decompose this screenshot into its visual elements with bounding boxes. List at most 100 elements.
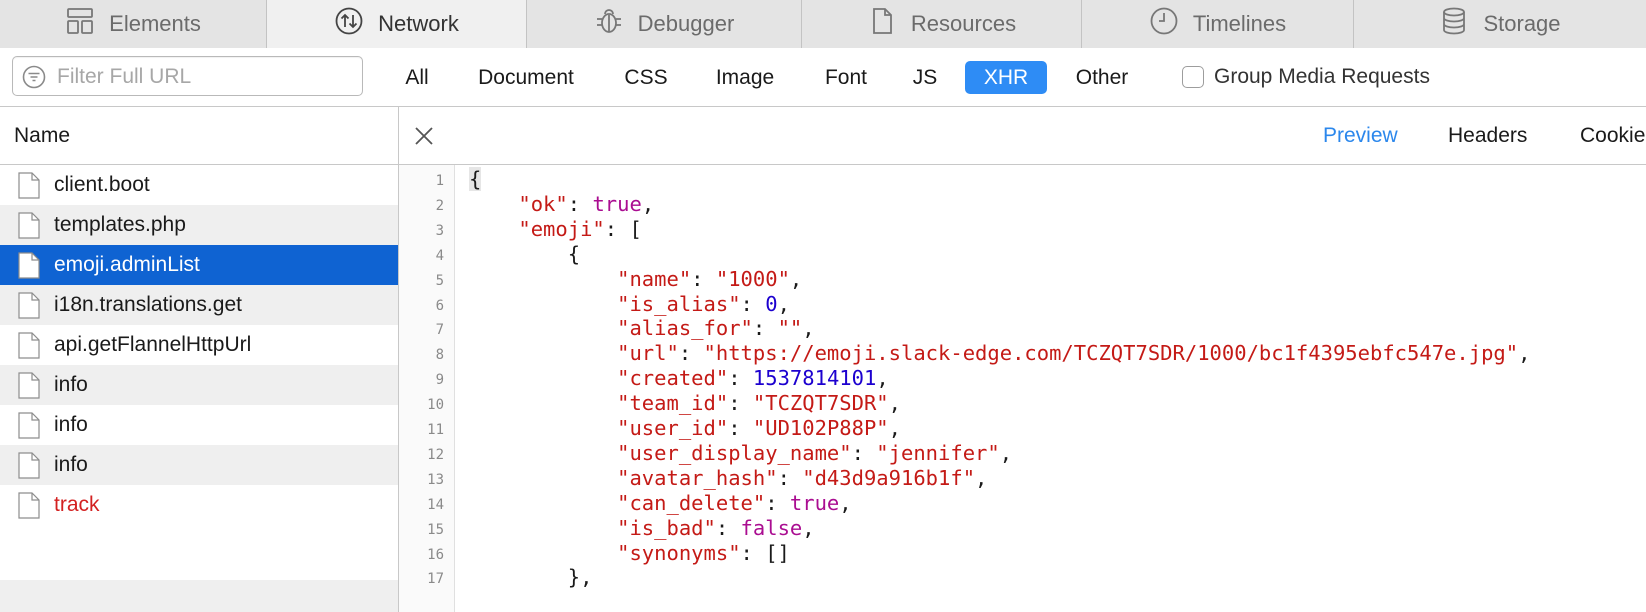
json-boolean: true (592, 191, 642, 216)
request-name: info (54, 373, 88, 396)
type-filter-css[interactable]: CSS (622, 61, 670, 94)
json-punctuation: , (789, 266, 803, 291)
request-row[interactable]: info (0, 365, 398, 405)
tab-debugger[interactable]: Debugger (527, 0, 802, 48)
group-media-checkbox[interactable] (1182, 66, 1204, 88)
json-string: "https://emoji.slack-edge.com/TCZQT7SDR/… (703, 341, 1519, 366)
line-number: 3 (435, 222, 444, 239)
line-number: 4 (435, 247, 444, 264)
json-key: "created" (617, 366, 729, 391)
name-column-header[interactable]: Name (0, 107, 398, 165)
json-punctuation: , (777, 291, 790, 316)
json-punctuation: : [ (604, 216, 642, 241)
json-punctuation: : (567, 191, 593, 216)
json-punctuation (469, 516, 617, 540)
empty-row (0, 580, 398, 612)
json-string: "1000" (715, 266, 790, 291)
filter-url-input[interactable] (55, 57, 359, 97)
json-punctuation: , (802, 316, 815, 341)
line-number: 13 (427, 471, 444, 488)
request-row[interactable]: templates.php (0, 205, 398, 245)
type-filter-document[interactable]: Document (470, 61, 582, 94)
line-number: 10 (427, 397, 444, 414)
request-row[interactable]: info (0, 405, 398, 445)
detail-tab-headers[interactable]: Headers (1448, 107, 1527, 164)
group-media-requests[interactable]: Group Media Requests (1182, 65, 1430, 89)
elements-icon (65, 6, 95, 42)
json-punctuation: , (999, 440, 1013, 465)
json-boolean: false (740, 515, 803, 540)
type-filter-font[interactable]: Font (820, 61, 872, 94)
type-filter-js[interactable]: JS (912, 61, 938, 94)
tab-storage[interactable]: Storage (1354, 0, 1646, 48)
json-punctuation: : (777, 465, 803, 490)
code-line: "ok": true, (469, 192, 654, 216)
type-filter-xhr[interactable]: XHR (965, 61, 1047, 94)
line-number: 11 (427, 422, 444, 438)
json-punctuation (469, 366, 617, 390)
json-punctuation: : (765, 490, 790, 515)
line-number: 1 (435, 173, 444, 189)
code-line: "can_delete": true, (469, 491, 852, 515)
json-punctuation: , (876, 366, 889, 391)
json-key: "user_display_name" (617, 440, 852, 465)
json-punctuation (469, 316, 617, 340)
json-punctuation: , (641, 191, 655, 216)
devtools-tab-bar: Elements Network Debugger Resources Time… (0, 0, 1646, 49)
tab-label: Timelines (1192, 11, 1287, 36)
request-name: track (54, 493, 100, 516)
json-number: 0 (765, 291, 778, 316)
json-key: "user_id" (617, 416, 729, 440)
json-punctuation (469, 491, 617, 515)
line-number: 6 (435, 297, 444, 314)
line-number: 2 (435, 197, 444, 214)
code-line: "alias_for": "", (469, 316, 815, 341)
json-punctuation: , (1518, 341, 1531, 366)
request-row[interactable]: api.getFlannelHttpUrl (0, 325, 398, 365)
json-punctuation (469, 541, 617, 565)
request-row[interactable]: track (0, 485, 398, 525)
type-filter-image[interactable]: Image (711, 61, 779, 94)
detail-tab-cookies[interactable]: Cookies (1580, 107, 1646, 164)
json-punctuation: : (678, 341, 704, 366)
request-row[interactable]: i18n.translations.get (0, 285, 398, 325)
request-row[interactable]: info (0, 445, 398, 485)
tab-timelines[interactable]: Timelines (1082, 0, 1354, 48)
code-line: "avatar_hash": "d43d9a916b1f", (469, 466, 987, 490)
line-number: 12 (427, 446, 444, 463)
json-punctuation (469, 466, 617, 490)
json-key: "is_bad" (617, 515, 716, 540)
json-punctuation: { (469, 167, 482, 191)
tab-label: Network (378, 11, 459, 36)
type-filter-all[interactable]: All (400, 61, 434, 94)
tab-resources[interactable]: Resources (802, 0, 1082, 48)
tab-elements[interactable]: Elements (0, 0, 267, 48)
line-number: 8 (435, 347, 444, 364)
code-line: "synonyms": [] (469, 541, 790, 565)
tab-network[interactable]: Network (267, 0, 527, 48)
json-punctuation: : (715, 515, 741, 540)
request-list: Name client.boot templates.php emoji.admin… (0, 107, 399, 612)
json-string: "" (777, 316, 803, 341)
request-row[interactable]: emoji.adminList (0, 245, 398, 285)
line-number: 7 (435, 322, 444, 339)
detail-tab-preview[interactable]: Preview (1323, 107, 1398, 164)
type-filter-other[interactable]: Other (1072, 61, 1132, 94)
json-punctuation (469, 267, 617, 291)
json-key: "is_alias" (617, 291, 741, 316)
group-media-label: Group Media Requests (1214, 65, 1430, 88)
line-number-gutter: 1 2 3 4 5 6 7 8 9 10 11 12 13 14 15 16 17 (399, 165, 455, 612)
close-icon[interactable] (413, 125, 435, 147)
code-line: "is_alias": 0, (469, 292, 790, 316)
json-punctuation: : (728, 416, 753, 440)
code-line: "is_bad": false, (469, 516, 815, 540)
json-punctuation (469, 391, 617, 415)
json-punctuation: , (802, 515, 815, 540)
code-line: "emoji": [ (469, 216, 642, 241)
detail-header: Preview Headers Cookies (399, 107, 1646, 165)
json-key: "alias_for" (617, 316, 753, 341)
json-preview[interactable]: 1 2 3 4 5 6 7 8 9 10 11 12 13 14 15 16 17 { "ok": true, … (399, 165, 1646, 612)
request-row[interactable]: client.boot (0, 165, 398, 205)
filter-field[interactable] (12, 56, 363, 97)
request-name: api.getFlannelHttpUrl (54, 333, 252, 356)
